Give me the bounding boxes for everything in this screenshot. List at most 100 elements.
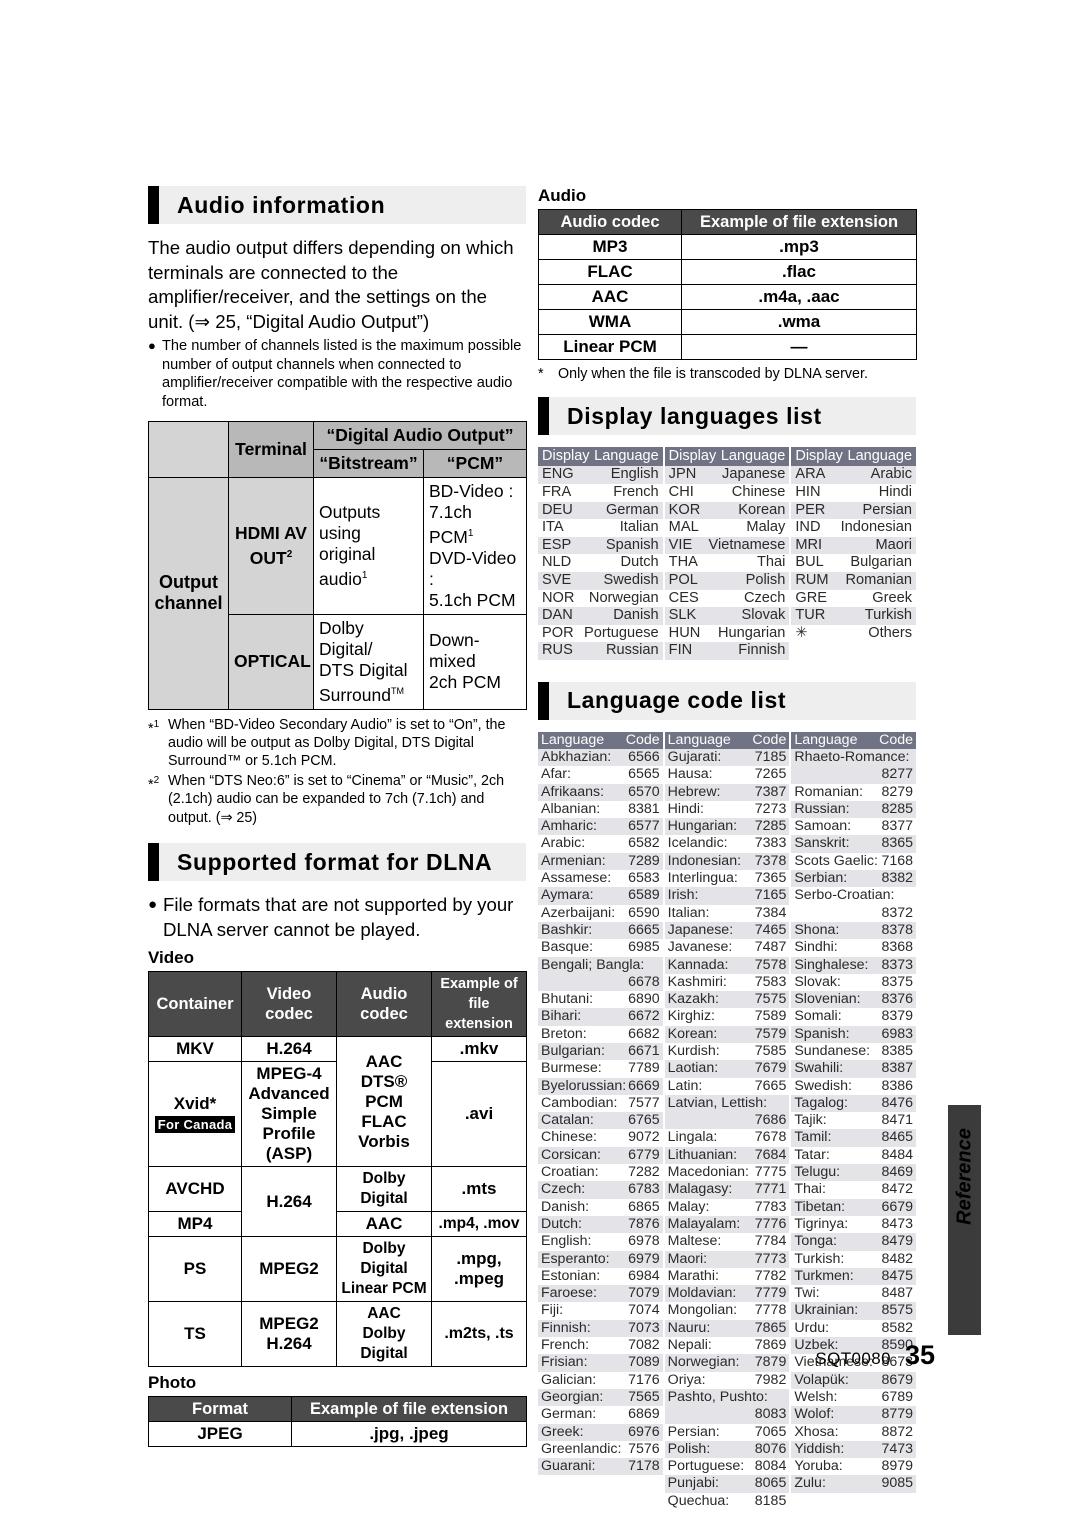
entry-name: Portuguese:	[667, 1458, 745, 1475]
entry-value: 7585	[754, 1042, 787, 1059]
language-code-column-2: Language Code Gujarati: 7185 Hausa: 7265 Hebre…	[664, 731, 790, 1510]
entry-name: BUL	[795, 554, 824, 571]
entry-value: 7289	[628, 852, 660, 869]
footnote-1-mark: *1	[148, 718, 160, 737]
entry-name: GRE	[795, 589, 827, 606]
entry-name: NLD	[542, 554, 572, 571]
entry-value: 8679	[881, 1371, 914, 1388]
language-code-row: Albanian: 8381	[538, 800, 663, 819]
entry-value: 7465	[754, 921, 787, 938]
reference-side-tab-label: Reference	[953, 1128, 976, 1225]
display-language-column-header: Display Language	[664, 447, 790, 467]
entry-name: Javanese:	[667, 939, 733, 956]
entry-value: 7073	[628, 1319, 660, 1336]
entry-value: 8382	[881, 870, 914, 887]
entry-value: Romanian	[845, 571, 913, 588]
entry-value: 7771	[754, 1181, 787, 1198]
entry-name: Dutch:	[541, 1215, 583, 1232]
entry-name: Chinese:	[541, 1129, 597, 1146]
entry-name: ITA	[542, 519, 564, 536]
language-code-row: Hindi: 7273	[664, 800, 790, 819]
entry-value: 7383	[754, 835, 787, 852]
left-column: Audio information The audio output diffe…	[148, 186, 527, 1448]
entry-name: DEU	[542, 501, 573, 518]
dlna-audio-table: Audio codec Example of file extension MP…	[538, 209, 917, 360]
photo-th-extension: Example of file extension	[291, 1396, 527, 1423]
language-code-row: Hebrew: 7387	[664, 783, 790, 801]
entry-value: 6779	[628, 1146, 660, 1163]
display-language-row: NLD Dutch	[538, 554, 663, 572]
table-row: FLAC .flac	[538, 259, 917, 285]
optical-pcm-line1: Down-mixed	[429, 630, 480, 672]
language-code-row: Georgian: 7565	[538, 1388, 663, 1407]
entry-name: Tagalog:	[794, 1094, 848, 1111]
entry-value: 7487	[754, 939, 787, 956]
entry-value: 6789	[881, 1388, 914, 1405]
entry-name: SLK	[668, 607, 697, 624]
language-code-row: French: 7082	[538, 1337, 663, 1355]
entry-name: Xhosa:	[794, 1423, 839, 1440]
entry-value: Turkish	[864, 607, 913, 624]
language-code-row: Serbo-Croatian:	[791, 887, 917, 905]
section-heading-audio-information: Audio information	[148, 186, 526, 224]
entry-value: 6985	[628, 939, 660, 956]
language-code-row: Spanish: 6983	[791, 1025, 917, 1043]
section-heading-dlna: Supported format for DLNA	[148, 843, 526, 882]
table-header-row: Format Example of file extension	[148, 1396, 527, 1423]
hdmi-pcm-line1: BD-Video :	[429, 481, 514, 501]
entry-value: 8376	[881, 991, 914, 1008]
language-code-columns: Language Code Abkhazian: 6566 Afar: 6565 Afrik…	[538, 731, 917, 1510]
audio-footnote-1: *1 When “BD-Video Secondary Audio” is se…	[148, 716, 526, 771]
entry-name: Persian:	[667, 1423, 720, 1440]
language-code-row: Marathi: 7782	[664, 1267, 790, 1286]
language-code-row: Urdu: 8582	[791, 1319, 917, 1338]
hdmi-pcm-line2: 7.1ch PCM	[429, 502, 472, 547]
entry-value: 6679	[881, 1198, 914, 1215]
language-code-row: Sanskrit: 8365	[791, 835, 917, 853]
video-th-audio-codec: Audio codec	[336, 971, 432, 1038]
entry-value: Slovak	[741, 607, 786, 624]
entry-value: 8379	[881, 1008, 914, 1025]
entry-value: 7678	[754, 1129, 787, 1146]
display-language-row: MAL Malay	[664, 519, 790, 537]
language-code-row: Kurdish: 7585	[664, 1042, 790, 1061]
entry-value: 6669	[628, 1077, 660, 1094]
table-row: Output channel HDMI AV OUT2 Outputs usin…	[148, 477, 527, 710]
language-code-row: Wolof: 8779	[791, 1406, 917, 1424]
entry-value: 6682	[628, 1025, 660, 1042]
photo-row0-format: JPEG	[148, 1421, 292, 1448]
entry-value: 6865	[628, 1198, 660, 1215]
entry-value: Danish	[613, 607, 659, 624]
language-code-row: Armenian: 7289	[538, 852, 663, 871]
audio-footnote-2: *2 When “DTS Neo:6” is set to “Cinema” o…	[148, 772, 526, 827]
language-code-row: Abkhazian: 6566	[538, 748, 663, 767]
entry-name: Azerbaijani:	[541, 904, 616, 921]
entry-value: 8076	[754, 1440, 787, 1457]
entry-name: Finnish:	[541, 1319, 591, 1336]
entry-value: 7679	[754, 1060, 787, 1077]
entry-value: Chinese	[731, 484, 786, 500]
entry-value: 8471	[881, 1112, 914, 1129]
entry-name: Lithuanian:	[667, 1146, 738, 1163]
video-row4-audio: Dolby Digital Linear PCM	[336, 1236, 432, 1303]
entry-value: 8377	[881, 818, 914, 835]
entry-value: Persian	[862, 501, 913, 518]
optical-bitstream-line2: DTS Digital	[319, 659, 408, 680]
entry-value: 7773	[754, 1250, 787, 1267]
display-language-row: RUM Romanian	[791, 571, 917, 590]
language-code-row: Fiji: 7074	[538, 1302, 663, 1320]
entry-name: DAN	[542, 607, 573, 624]
language-code-row: Swahili: 8387	[791, 1060, 917, 1078]
language-code-row: Pashto, Pushto:	[664, 1388, 790, 1407]
entry-name: Sindhi:	[794, 939, 838, 956]
entry-value: 7982	[754, 1371, 787, 1388]
entry-value: 7776	[754, 1215, 787, 1232]
entry-value: 8872	[881, 1423, 914, 1440]
entry-name: Scots Gaelic:	[794, 852, 878, 869]
entry-name: SVE	[542, 571, 572, 588]
entry-value: 7384	[754, 904, 787, 921]
heading-accent-bar	[538, 397, 549, 436]
entry-name: Hungarian:	[667, 818, 738, 835]
language-code-row: Japanese: 7465	[664, 921, 790, 940]
language-code-column-1: Language Code Abkhazian: 6566 Afar: 6565 Afrik…	[538, 731, 663, 1510]
